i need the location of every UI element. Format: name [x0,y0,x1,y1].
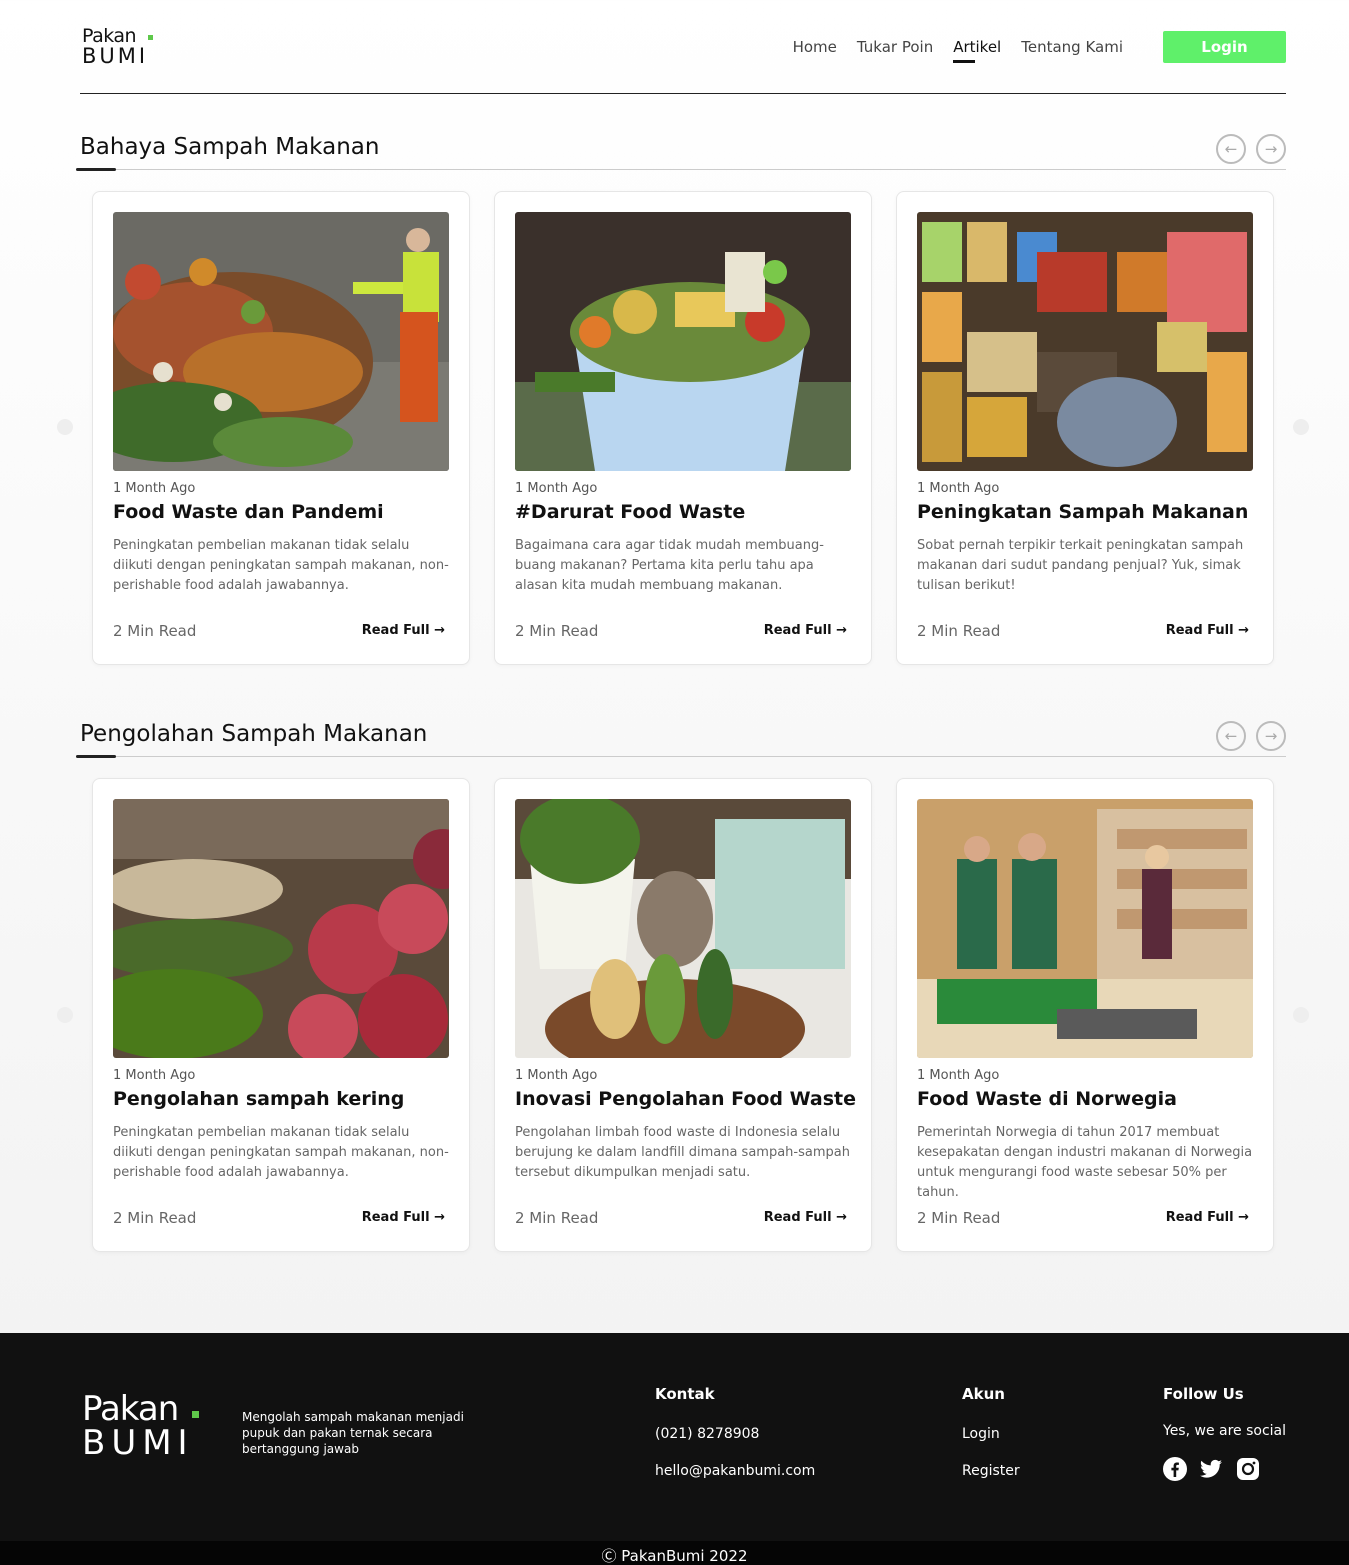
footer-logo-line1: Pakan [82,1389,179,1429]
read-full-label: Read Full [1165,1210,1234,1225]
carousel-next-dot[interactable] [1293,1007,1309,1023]
article-image [917,212,1253,471]
article-image [113,799,449,1058]
arrow-right-icon: → [1238,1210,1249,1225]
section-title: Pengolahan Sampah Makanan [80,721,428,747]
read-full-link[interactable]: Read Full → [1166,1210,1249,1225]
article-date: 1 Month Ago [515,481,598,496]
site-header: Pakan BUMI Home Tukar Poin Artikel Tenta… [80,0,1286,94]
article-excerpt: Peningkatan pembelian makanan tidak sela… [113,1125,449,1180]
read-time: 2 Min Read [917,622,1001,640]
email-link[interactable]: hello@pakanbumi.com [655,1463,815,1479]
footer-logo-line2: BUMI [82,1423,194,1463]
nav-tukar-poin[interactable]: Tukar Poin [857,31,933,63]
prev-arrow-icon[interactable]: ← [1216,721,1246,751]
article-image [113,212,449,471]
article-excerpt: Peningkatan pembelian makanan tidak sela… [113,538,449,593]
article-date: 1 Month Ago [917,1068,1000,1083]
twitter-icon[interactable] [1199,1457,1223,1481]
akun-heading: Akun [962,1385,1005,1403]
arrow-right-icon: → [434,1210,445,1225]
read-full-link[interactable]: Read Full → [1166,623,1249,638]
carousel-prev-dot[interactable] [57,1007,73,1023]
copyright-icon: Ⓒ [601,1547,617,1565]
read-full-link[interactable]: Read Full → [764,1210,847,1225]
next-arrow-icon[interactable]: → [1256,721,1286,751]
section-divider [80,756,1286,757]
section-divider [80,169,1286,170]
section-title: Bahaya Sampah Makanan [80,134,380,160]
read-time: 2 Min Read [917,1209,1001,1227]
follow-subtext: Yes, we are social [1163,1423,1287,1439]
carousel-prev-dot[interactable] [57,419,73,435]
follow-heading: Follow Us [1163,1385,1244,1403]
section-underline [76,755,116,758]
arrow-right-icon: → [1238,623,1249,638]
arrow-right-icon: → [836,623,847,638]
read-time: 2 Min Read [515,622,599,640]
read-full-link[interactable]: Read Full → [362,623,445,638]
logo-line1: Pakan [82,25,137,47]
read-time: 2 Min Read [113,622,197,640]
copyright-text: PakanBumi 2022 [621,1547,748,1565]
read-full-label: Read Full [763,623,832,638]
article-image [515,799,851,1058]
read-time: 2 Min Read [515,1209,599,1227]
article-title[interactable]: Food Waste di Norwegia [917,1088,1177,1110]
read-full-link[interactable]: Read Full → [362,1210,445,1225]
login-button[interactable]: Login [1163,31,1286,63]
article-date: 1 Month Ago [113,1068,196,1083]
prev-arrow-icon[interactable]: ← [1216,134,1246,164]
article-date: 1 Month Ago [917,481,1000,496]
article-excerpt: Sobat pernah terpikir terkait peningkata… [917,538,1244,593]
site-footer: Pakan BUMI Mengolah sampah makanan menja… [0,1333,1349,1541]
article-card[interactable]: 1 Month Ago Food Waste di Norwegia Pemer… [896,778,1274,1252]
footer-tagline: Mengolah sampah makanan menjadi pupuk da… [242,1410,464,1456]
carousel-next-dot[interactable] [1293,419,1309,435]
read-time: 2 Min Read [113,1209,197,1227]
article-title[interactable]: #Darurat Food Waste [515,501,745,523]
logo-dot [148,35,153,40]
read-full-label: Read Full [361,1210,430,1225]
copyright-bar: Ⓒ PakanBumi 2022 [0,1541,1349,1565]
nav-home[interactable]: Home [793,31,837,63]
article-excerpt: Pengolahan limbah food waste di Indonesi… [515,1125,850,1180]
footer-logo-dot [192,1411,199,1418]
kontak-heading: Kontak [655,1385,715,1403]
article-card[interactable]: 1 Month Ago Food Waste dan Pandemi Penin… [92,191,470,665]
article-date: 1 Month Ago [113,481,196,496]
read-full-label: Read Full [361,623,430,638]
article-title[interactable]: Food Waste dan Pandemi [113,501,384,523]
logo-line2: BUMI [82,44,149,68]
article-date: 1 Month Ago [515,1068,598,1083]
article-title[interactable]: Inovasi Pengolahan Food Waste [515,1088,856,1110]
read-full-label: Read Full [763,1210,832,1225]
main-nav: Home Tukar Poin Artikel Tentang Kami Log… [773,31,1286,63]
instagram-icon[interactable] [1236,1457,1260,1481]
article-image [917,799,1253,1058]
section-underline [76,168,116,171]
article-card[interactable]: 1 Month Ago #Darurat Food Waste Bagaiman… [494,191,872,665]
footer-register-link[interactable]: Register [962,1463,1020,1479]
logo[interactable]: Pakan BUMI [82,26,162,70]
read-full-link[interactable]: Read Full → [764,623,847,638]
arrow-right-icon: → [434,623,445,638]
article-card[interactable]: 1 Month Ago Inovasi Pengolahan Food Wast… [494,778,872,1252]
article-title[interactable]: Peningkatan Sampah Makanan [917,501,1248,523]
nav-tentang-kami[interactable]: Tentang Kami [1021,31,1123,63]
nav-artikel[interactable]: Artikel [953,31,1001,63]
article-excerpt: Pemerintah Norwegia di tahun 2017 membua… [917,1125,1253,1200]
facebook-icon[interactable] [1163,1457,1187,1481]
footer-login-link[interactable]: Login [962,1426,1000,1442]
article-title[interactable]: Pengolahan sampah kering [113,1088,404,1110]
footer-logo[interactable]: Pakan BUMI [82,1391,212,1461]
next-arrow-icon[interactable]: → [1256,134,1286,164]
article-card[interactable]: 1 Month Ago Pengolahan sampah kering Pen… [92,778,470,1252]
phone-link[interactable]: (021) 8278908 [655,1426,759,1442]
read-full-label: Read Full [1165,623,1234,638]
arrow-right-icon: → [836,1210,847,1225]
article-image [515,212,851,471]
article-card[interactable]: 1 Month Ago Peningkatan Sampah Makanan S… [896,191,1274,665]
article-excerpt: Bagaimana cara agar tidak mudah membuang… [515,538,824,593]
